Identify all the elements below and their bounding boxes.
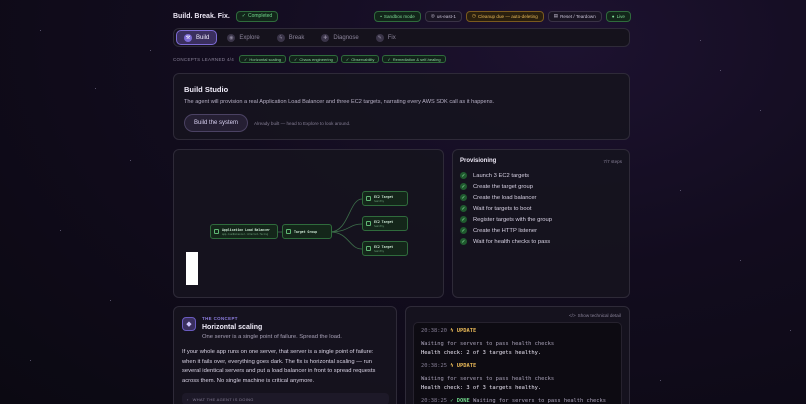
activity-log[interactable]: 20:38:20 ϟ UPDATE Waiting for servers to… (413, 322, 622, 404)
sandbox-mode-chip: • Sandbox mode (374, 10, 421, 22)
top-bar: Build. Break. Fix. ✓ Completed • Sandbox … (173, 9, 631, 23)
build-studio-panel: Build Studio The agent will provision a … (173, 73, 630, 140)
studio-title: Build Studio (184, 85, 229, 94)
check-icon: ✓ (460, 183, 467, 190)
diagram-placeholder-block (186, 252, 198, 285)
compass-icon: ◉ (227, 33, 236, 42)
dot-icon: ● (611, 13, 615, 19)
log-message: Waiting for servers to pass health check… (421, 376, 555, 382)
step-item: ✓ Wait for targets to boot (460, 205, 532, 212)
step-item: ✓ Create the load balancer (460, 194, 537, 201)
step-item: ✓ Create the HTTP listener (460, 227, 538, 234)
ec2-target-node[interactable]: EC2 Target healthy (362, 241, 408, 256)
check-icon: ✓ (244, 56, 248, 62)
reset-teardown-button[interactable]: ▤ Reset / Teardown (547, 10, 602, 22)
region-chip[interactable]: ◎ us-east-1 (424, 10, 462, 22)
concepts-learned: CONCEPTS LEARNED 4/4 ✓ Horizontal scaling… (173, 55, 446, 63)
agent-activity-toggle[interactable]: › WHAT THE AGENT IS DOING (182, 393, 389, 404)
stethoscope-icon: ✚ (321, 33, 330, 42)
provisioning-steps: ✓ Launch 3 EC2 targets ✓ Create the target… (460, 170, 622, 247)
step-item: ✓ Create the target group (460, 183, 533, 190)
concept-card: ◆ THE CONCEPT Horizontal scaling One ser… (173, 306, 397, 404)
check-icon: ✓ (460, 205, 467, 212)
ec2-target-node[interactable]: EC2 Target healthy (362, 191, 408, 206)
bolt-icon: ϟ (276, 33, 285, 42)
log-message: Waiting for servers to pass health check… (421, 341, 555, 347)
update-icon: ϟ (450, 328, 454, 334)
ec2-target-node[interactable]: EC2 Target healthy (362, 216, 408, 231)
check-icon: ✓ (460, 238, 467, 245)
check-circle-icon: ✓ (450, 398, 454, 404)
server-icon (366, 246, 371, 251)
check-icon: ✓ (345, 56, 350, 62)
log-result: Health check: 2 of 3 targets healthy. (421, 350, 542, 356)
tab-diagnose[interactable]: ✚ Diagnose (314, 30, 365, 45)
code-icon: </> (569, 313, 576, 318)
graduation-cap-icon: ◆ (182, 317, 196, 331)
check-icon: ✓ (460, 227, 467, 234)
server-icon (366, 196, 371, 201)
studio-description: The agent will provision a real Applicat… (184, 99, 495, 105)
step-item: ✓ Launch 3 EC2 targets (460, 172, 530, 179)
concept-subtitle: One server is a single point of failure.… (202, 334, 342, 340)
target-group-icon (286, 229, 291, 234)
wrench-icon: ✎ (375, 33, 384, 42)
concept-chip: ✓ Horizontal scaling (239, 55, 286, 63)
concept-chip: ✓ Chaos engineering (288, 55, 338, 63)
log-entry-header: 20:38:20 ϟ UPDATE (421, 328, 477, 334)
log-result: Health check: 3 of 3 targets healthy. (421, 385, 542, 391)
stage-tabs: ⚒ Build ◉ Explore ϟ Break ✚ Diagnose ✎ Fix (173, 28, 630, 47)
check-icon: ✓ (387, 56, 391, 62)
chevron-right-icon: › (187, 396, 189, 402)
check-icon: ✓ (293, 56, 298, 62)
hammer-icon: ⚒ (184, 33, 192, 42)
concepts-label: CONCEPTS LEARNED 4/4 (173, 56, 235, 62)
build-system-button[interactable]: Build the system (184, 114, 249, 132)
live-indicator: ● Live (605, 10, 631, 22)
tab-fix[interactable]: ✎ Fix (369, 30, 403, 45)
show-technical-detail-toggle[interactable]: </> Show technical detail (569, 313, 621, 318)
target-group-node[interactable]: Target Group (282, 224, 332, 239)
trash-icon: ▤ (553, 13, 559, 18)
load-balancer-icon (214, 229, 219, 234)
concept-title: Horizontal scaling (202, 324, 263, 331)
concept-eyebrow: THE CONCEPT (202, 316, 238, 321)
check-circle-icon: ✓ (241, 13, 246, 19)
log-entry-header: 20:38:25 ϟ UPDATE (421, 363, 477, 369)
step-item: ✓ Wait for health checks to pass (460, 238, 551, 245)
architecture-diagram: Application Load Balancer app-loadbalanc… (173, 149, 444, 298)
tab-build[interactable]: ⚒ Build (176, 30, 218, 45)
dot-icon: • (380, 13, 382, 19)
concept-body: If your whole app runs on one server, th… (182, 349, 376, 384)
step-item: ✓ Register targets with the group (460, 216, 552, 223)
tab-break[interactable]: ϟ Break (270, 30, 312, 45)
studio-hint: Already built — head to Explore to look … (254, 120, 351, 126)
check-icon: ✓ (460, 194, 467, 201)
status-badge: ✓ Completed (235, 10, 279, 22)
provisioning-count: 7/7 steps (603, 158, 622, 164)
brand-title: Build. Break. Fix. (173, 12, 230, 20)
globe-icon: ◎ (430, 13, 435, 18)
concept-chip: ✓ Remediation & self-healing (382, 55, 446, 63)
server-icon (366, 221, 371, 226)
update-icon: ϟ (450, 363, 454, 369)
check-icon: ✓ (460, 172, 467, 179)
provisioning-panel: Provisioning 7/7 steps ✓ Launch 3 EC2 tar… (452, 149, 630, 298)
clock-icon: ◷ (471, 13, 476, 18)
check-icon: ✓ (460, 216, 467, 223)
cleanup-chip: ◷ Cleanup due — auto-deleting (465, 10, 544, 22)
provisioning-title: Provisioning (460, 158, 497, 164)
log-entry-header: 20:38:25 ✓ DONE Waiting for servers to p… (421, 398, 607, 404)
header-chips: • Sandbox mode ◎ us-east-1 ◷ Cleanup due — … (374, 10, 631, 22)
alb-node[interactable]: Application Load Balancer app-loadbalanc… (210, 224, 278, 239)
concept-chip: ✓ Observability (340, 55, 380, 63)
tab-explore[interactable]: ◉ Explore (220, 30, 266, 45)
